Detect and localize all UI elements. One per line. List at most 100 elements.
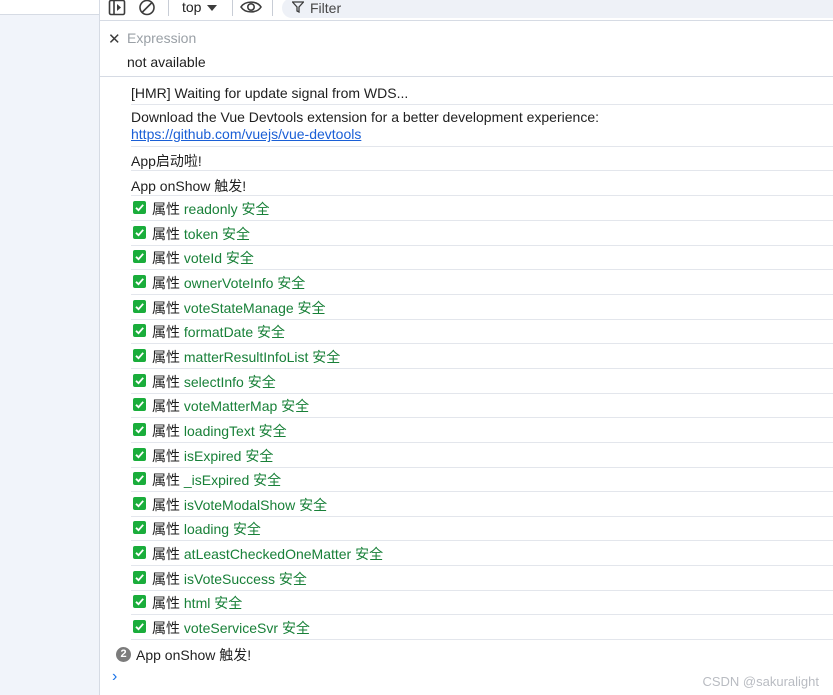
checkmark-icon <box>133 521 146 534</box>
filter-icon <box>291 1 305 16</box>
property-name: voteServiceSvr <box>183 620 279 636</box>
chevron-down-icon <box>207 0 218 15</box>
property-status: 安全 <box>278 571 307 587</box>
property-label: 属性 formatDate 安全 <box>152 322 285 342</box>
live-expression: ✕ Expression not available <box>100 21 833 77</box>
property-label: 属性 token 安全 <box>152 224 250 244</box>
expression-value: not available <box>127 54 206 70</box>
property-prefix: 属性 <box>152 300 180 316</box>
property-name: voteStateManage <box>183 300 294 316</box>
console-panel: top Filter ✕ Expression not available [H… <box>100 0 833 695</box>
property-status: 安全 <box>214 595 243 611</box>
log-text: App onShow 触发! <box>136 647 252 663</box>
checkmark-icon <box>133 250 146 263</box>
context-selector[interactable]: top <box>182 0 218 15</box>
console-prompt[interactable]: › <box>112 668 117 686</box>
property-name: formatDate <box>183 324 254 340</box>
property-check-row: 属性 isVoteSuccess 安全 <box>131 566 833 591</box>
property-label: 属性 loading 安全 <box>152 519 261 539</box>
property-check-row: 属性 formatDate 安全 <box>131 319 833 344</box>
checkmark-icon <box>133 571 146 584</box>
property-prefix: 属性 <box>152 521 180 537</box>
property-status: 安全 <box>232 521 261 537</box>
property-prefix: 属性 <box>152 226 180 242</box>
property-prefix: 属性 <box>152 472 180 488</box>
clear-console-icon[interactable] <box>138 0 156 19</box>
property-check-row: 属性 readonly 安全 <box>131 196 833 221</box>
property-label: 属性 atLeastCheckedOneMatter 安全 <box>152 544 383 564</box>
property-name: _isExpired <box>183 472 250 488</box>
property-status: 安全 <box>241 201 270 217</box>
filter-input[interactable]: Filter <box>282 0 833 18</box>
checkmark-icon <box>133 472 146 485</box>
property-name: ownerVoteInfo <box>183 275 274 291</box>
repeat-count-badge: 2 <box>116 647 131 662</box>
property-status: 安全 <box>253 472 282 488</box>
property-check-row: 属性 atLeastCheckedOneMatter 安全 <box>131 541 833 566</box>
watermark: CSDN @sakuralight <box>702 674 819 689</box>
checkmark-icon <box>133 497 146 510</box>
checkmark-icon <box>133 275 146 288</box>
property-label: 属性 voteId 安全 <box>152 248 254 268</box>
checkmark-icon <box>133 201 146 214</box>
sidebar-toggle-icon[interactable] <box>108 0 126 19</box>
property-prefix: 属性 <box>152 250 180 266</box>
checkmark-icon <box>133 324 146 337</box>
devtools-link[interactable]: https://github.com/vuejs/vue-devtools <box>131 126 361 142</box>
property-label: 属性 isVoteModalShow 安全 <box>152 495 327 515</box>
property-name: voteId <box>183 250 223 266</box>
property-check-row: 属性 html 安全 <box>131 590 833 615</box>
context-label: top <box>182 0 202 15</box>
property-name: matterResultInfoList <box>183 349 309 365</box>
property-status: 安全 <box>299 497 328 513</box>
property-check-row: 属性 loading 安全 <box>131 516 833 541</box>
property-label: 属性 html 安全 <box>152 593 242 613</box>
close-icon[interactable]: ✕ <box>108 30 121 48</box>
property-name: voteMatterMap <box>183 398 278 414</box>
property-status: 安全 <box>355 546 384 562</box>
property-check-row: 属性 _isExpired 安全 <box>131 467 833 492</box>
property-name: readonly <box>183 201 238 217</box>
property-name: loading <box>183 521 230 537</box>
eye-icon[interactable] <box>240 0 262 18</box>
checkmark-icon <box>133 374 146 387</box>
checkmark-icon <box>133 423 146 436</box>
property-label: 属性 _isExpired 安全 <box>152 470 281 490</box>
property-label: 属性 voteServiceSvr 安全 <box>152 618 310 638</box>
property-prefix: 属性 <box>152 571 180 587</box>
property-status: 安全 <box>247 374 276 390</box>
log-message: [HMR] Waiting for update signal from WDS… <box>131 80 833 105</box>
property-name: loadingText <box>183 423 255 439</box>
property-label: 属性 isVoteSuccess 安全 <box>152 569 307 589</box>
property-check-row: 属性 isVoteModalShow 安全 <box>131 492 833 517</box>
property-name: isVoteSuccess <box>183 571 275 587</box>
property-prefix: 属性 <box>152 497 180 513</box>
checkmark-icon <box>133 546 146 559</box>
checkmark-icon <box>133 349 146 362</box>
log-text: App onShow 触发! <box>131 178 247 194</box>
console-toolbar: top Filter <box>100 0 833 21</box>
property-check-row: 属性 voteId 安全 <box>131 245 833 270</box>
property-status: 安全 <box>257 324 286 340</box>
checkmark-icon <box>133 226 146 239</box>
property-check-row: 属性 matterResultInfoList 安全 <box>131 344 833 369</box>
expression-input[interactable]: Expression <box>127 30 196 46</box>
property-prefix: 属性 <box>152 349 180 365</box>
log-text: Download the Vue Devtools extension for … <box>131 109 599 125</box>
property-status: 安全 <box>277 275 306 291</box>
log-message: Download the Vue Devtools extension for … <box>131 105 833 147</box>
property-prefix: 属性 <box>152 201 180 217</box>
property-label: 属性 voteStateManage 安全 <box>152 298 326 318</box>
property-check-row: 属性 voteMatterMap 安全 <box>131 393 833 418</box>
property-label: 属性 isExpired 安全 <box>152 446 273 466</box>
property-name: atLeastCheckedOneMatter <box>183 546 352 562</box>
property-prefix: 属性 <box>152 423 180 439</box>
property-check-row: 属性 voteServiceSvr 安全 <box>131 615 833 640</box>
property-prefix: 属性 <box>152 275 180 291</box>
property-check-row: 属性 isExpired 安全 <box>131 443 833 468</box>
property-prefix: 属性 <box>152 546 180 562</box>
property-name: selectInfo <box>183 374 244 390</box>
property-check-row: 属性 ownerVoteInfo 安全 <box>131 270 833 295</box>
property-label: 属性 voteMatterMap 安全 <box>152 396 309 416</box>
log-message-repeated: 2 App onShow 触发! <box>100 642 833 666</box>
